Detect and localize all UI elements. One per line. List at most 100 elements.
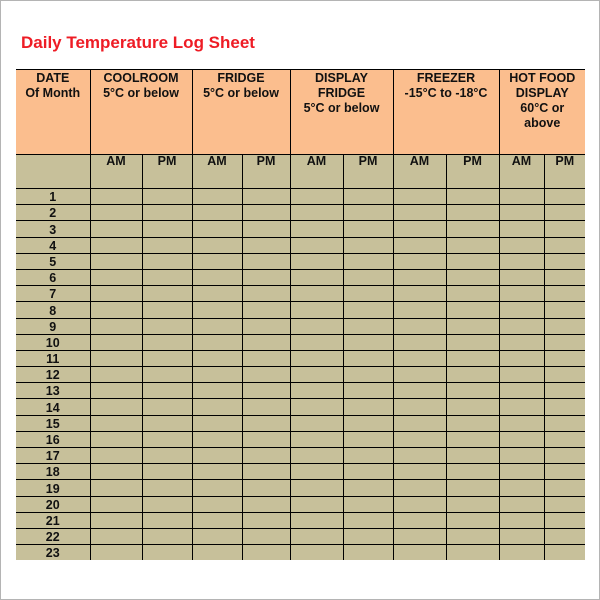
reading-cell-am[interactable] — [289, 544, 344, 561]
reading-cell-pm[interactable] — [342, 285, 394, 303]
reading-cell-am[interactable] — [89, 382, 143, 400]
reading-cell-pm[interactable] — [543, 236, 585, 254]
reading-cell-am[interactable] — [392, 204, 447, 222]
reading-cell-am[interactable] — [498, 317, 545, 335]
reading-cell-pm[interactable] — [445, 463, 500, 481]
reading-cell-pm[interactable] — [241, 268, 291, 287]
reading-cell-am[interactable] — [89, 527, 143, 546]
reading-cell-pm[interactable] — [141, 446, 193, 465]
reading-cell-am[interactable] — [191, 527, 243, 546]
reading-cell-am[interactable] — [289, 414, 344, 432]
reading-cell-pm[interactable] — [241, 317, 291, 335]
reading-cell-am[interactable] — [392, 366, 447, 384]
reading-cell-pm[interactable] — [141, 187, 193, 206]
reading-cell-pm[interactable] — [445, 495, 500, 513]
reading-cell-pm[interactable] — [543, 544, 585, 561]
reading-cell-am[interactable] — [392, 414, 447, 432]
reading-cell-am[interactable] — [498, 544, 545, 561]
reading-cell-am[interactable] — [289, 285, 344, 303]
reading-cell-pm[interactable] — [241, 398, 291, 416]
reading-cell-am[interactable] — [498, 268, 545, 287]
reading-cell-am[interactable] — [392, 398, 447, 416]
reading-cell-pm[interactable] — [141, 527, 193, 546]
reading-cell-pm[interactable] — [141, 544, 193, 561]
reading-cell-pm[interactable] — [141, 495, 193, 513]
reading-cell-am[interactable] — [498, 463, 545, 481]
reading-cell-pm[interactable] — [445, 446, 500, 465]
reading-cell-pm[interactable] — [241, 333, 291, 351]
reading-cell-pm[interactable] — [342, 479, 394, 497]
reading-cell-am[interactable] — [191, 414, 243, 432]
reading-cell-am[interactable] — [392, 430, 447, 449]
reading-cell-pm[interactable] — [141, 511, 193, 529]
reading-cell-am[interactable] — [191, 252, 243, 270]
reading-cell-am[interactable] — [191, 430, 243, 449]
reading-cell-pm[interactable] — [342, 366, 394, 384]
reading-cell-pm[interactable] — [241, 236, 291, 254]
reading-cell-pm[interactable] — [543, 382, 585, 400]
reading-cell-pm[interactable] — [445, 236, 500, 254]
reading-cell-am[interactable] — [498, 479, 545, 497]
reading-cell-pm[interactable] — [543, 285, 585, 303]
reading-cell-am[interactable] — [392, 285, 447, 303]
reading-cell-am[interactable] — [289, 366, 344, 384]
reading-cell-am[interactable] — [191, 446, 243, 465]
reading-cell-pm[interactable] — [141, 479, 193, 497]
reading-cell-am[interactable] — [191, 285, 243, 303]
reading-cell-pm[interactable] — [141, 349, 193, 368]
reading-cell-pm[interactable] — [342, 301, 394, 319]
reading-cell-pm[interactable] — [241, 204, 291, 222]
reading-cell-am[interactable] — [392, 446, 447, 465]
reading-cell-pm[interactable] — [141, 301, 193, 319]
reading-cell-pm[interactable] — [141, 414, 193, 432]
reading-cell-am[interactable] — [191, 382, 243, 400]
reading-cell-pm[interactable] — [141, 398, 193, 416]
reading-cell-am[interactable] — [89, 463, 143, 481]
reading-cell-am[interactable] — [392, 220, 447, 238]
reading-cell-pm[interactable] — [445, 204, 500, 222]
reading-cell-am[interactable] — [89, 366, 143, 384]
reading-cell-pm[interactable] — [141, 317, 193, 335]
reading-cell-am[interactable] — [289, 187, 344, 206]
reading-cell-pm[interactable] — [543, 366, 585, 384]
reading-cell-pm[interactable] — [342, 236, 394, 254]
reading-cell-pm[interactable] — [342, 430, 394, 449]
reading-cell-am[interactable] — [498, 511, 545, 529]
reading-cell-pm[interactable] — [141, 430, 193, 449]
reading-cell-am[interactable] — [289, 446, 344, 465]
reading-cell-am[interactable] — [498, 252, 545, 270]
reading-cell-am[interactable] — [498, 382, 545, 400]
reading-cell-am[interactable] — [392, 236, 447, 254]
reading-cell-pm[interactable] — [141, 333, 193, 351]
reading-cell-am[interactable] — [191, 333, 243, 351]
reading-cell-am[interactable] — [289, 527, 344, 546]
reading-cell-am[interactable] — [392, 301, 447, 319]
reading-cell-pm[interactable] — [445, 414, 500, 432]
reading-cell-am[interactable] — [89, 495, 143, 513]
reading-cell-am[interactable] — [498, 349, 545, 368]
reading-cell-pm[interactable] — [342, 268, 394, 287]
reading-cell-am[interactable] — [89, 446, 143, 465]
reading-cell-pm[interactable] — [445, 527, 500, 546]
reading-cell-pm[interactable] — [342, 204, 394, 222]
reading-cell-am[interactable] — [191, 479, 243, 497]
reading-cell-pm[interactable] — [342, 187, 394, 206]
reading-cell-am[interactable] — [392, 544, 447, 561]
reading-cell-am[interactable] — [89, 349, 143, 368]
reading-cell-am[interactable] — [289, 220, 344, 238]
reading-cell-pm[interactable] — [241, 430, 291, 449]
reading-cell-pm[interactable] — [543, 479, 585, 497]
reading-cell-am[interactable] — [89, 285, 143, 303]
reading-cell-pm[interactable] — [141, 366, 193, 384]
reading-cell-am[interactable] — [289, 301, 344, 319]
reading-cell-am[interactable] — [89, 414, 143, 432]
reading-cell-pm[interactable] — [241, 285, 291, 303]
reading-cell-am[interactable] — [89, 317, 143, 335]
reading-cell-pm[interactable] — [141, 204, 193, 222]
reading-cell-am[interactable] — [289, 495, 344, 513]
reading-cell-pm[interactable] — [141, 382, 193, 400]
reading-cell-pm[interactable] — [543, 349, 585, 368]
reading-cell-pm[interactable] — [543, 268, 585, 287]
reading-cell-pm[interactable] — [241, 382, 291, 400]
reading-cell-am[interactable] — [191, 236, 243, 254]
